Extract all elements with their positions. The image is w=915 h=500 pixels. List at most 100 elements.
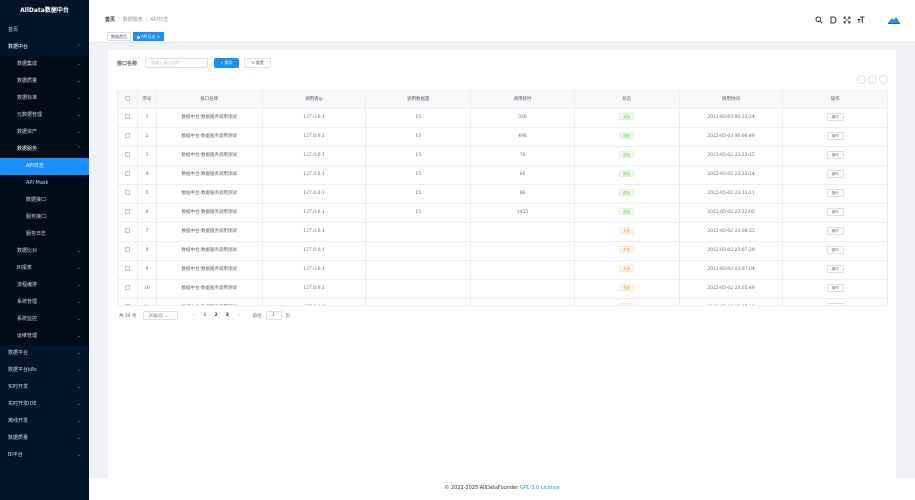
col-header: 调用者ip	[263, 91, 367, 108]
page-size-select[interactable]: 20条/页 ⌄	[142, 311, 178, 320]
row-checkbox[interactable]	[124, 247, 130, 252]
row-checkbox[interactable]	[124, 171, 130, 176]
row-checkbox[interactable]	[124, 133, 130, 138]
fullscreen-icon[interactable]	[843, 16, 851, 24]
table-cell: 数据中台-数据服务调用测试	[157, 280, 263, 298]
sidebar-item-label: 系统管理	[17, 299, 38, 305]
row-action-button[interactable]: 操作	[826, 188, 844, 197]
sidebar-item[interactable]: 系统管理 ⌄	[0, 294, 89, 311]
row-select-cell	[118, 204, 138, 222]
sidebar-item[interactable]: 数据比对 ⌄	[0, 243, 89, 260]
status-badge: 成功	[619, 208, 635, 215]
row-checkbox[interactable]	[124, 190, 130, 195]
table-cell	[366, 223, 472, 241]
row-checkbox[interactable]	[124, 285, 130, 290]
row-action-button[interactable]: 操作	[826, 245, 844, 254]
table-cell: 8	[138, 242, 157, 260]
sidebar-item[interactable]: 数据质量 ⌄	[0, 430, 89, 447]
table-cell: 数据中台-数据服务调用测试	[157, 128, 263, 146]
sidebar-item[interactable]: BI报表 ⌄	[0, 260, 89, 277]
sidebar-item[interactable]: 服务日志	[0, 226, 89, 243]
document-icon[interactable]	[829, 16, 837, 24]
search-input[interactable]: 请输入接口名称	[145, 58, 209, 68]
table-cell: 2022-05-03 00:06:49	[680, 128, 784, 146]
table-row: 10 数据中台-数据服务调用测试 127.0.0.1 失败 2022-05-02 23:…	[118, 279, 887, 298]
avatar[interactable]	[887, 15, 901, 25]
sidebar-item[interactable]: 系统监控 ⌄	[0, 311, 89, 328]
tag-api-log[interactable]: API日志 ×	[133, 32, 164, 41]
row-action-button[interactable]: 操作	[826, 226, 844, 235]
row-checkbox[interactable]	[124, 266, 130, 271]
table-cell: 2022-05-02 23:32:05	[680, 204, 784, 222]
sidebar-item[interactable]: API日志	[0, 158, 89, 175]
sidebar-item[interactable]: API Mask	[0, 175, 89, 192]
sidebar-item[interactable]: 数据平台k8s ⌄	[0, 362, 89, 379]
op-cell: 操作	[783, 204, 887, 222]
chevron-icon: ⌄	[76, 435, 81, 441]
sidebar-item[interactable]: 服务接口	[0, 209, 89, 226]
breadcrumb: 首页 / 数据服务 / API日志	[105, 16, 168, 23]
toggle-search-icon[interactable]	[857, 75, 866, 84]
chevron-icon: ⌄	[76, 248, 81, 254]
columns-icon[interactable]	[879, 75, 888, 84]
select-all-checkbox[interactable]	[124, 96, 130, 101]
prev-page-button[interactable]: ‹	[193, 313, 195, 318]
pagination-total: 共 34 条	[119, 313, 137, 319]
sidebar-item[interactable]: 数据资产 ⌄	[0, 124, 89, 141]
chevron-icon: ⌄	[76, 265, 81, 271]
refresh-icon[interactable]	[868, 75, 877, 84]
page-number[interactable]: 3	[226, 313, 229, 318]
sidebar-item[interactable]: 数据中台 ⌃	[0, 39, 89, 56]
table-cell: 127.0.0.1	[263, 166, 367, 184]
search-icon[interactable]	[815, 16, 823, 24]
row-action-button[interactable]: 操作	[826, 150, 844, 159]
sidebar-item[interactable]: 离线开发 ⌄	[0, 413, 89, 430]
table-cell: 数据中台-数据服务调用测试	[157, 299, 263, 305]
row-checkbox[interactable]	[124, 114, 130, 119]
row-action-button[interactable]: 操作	[826, 302, 844, 305]
sidebar-item[interactable]: 数据质量 ⌄	[0, 73, 89, 90]
table-cell: 2022-05-02 23:05:49	[680, 299, 784, 305]
row-action-button[interactable]: 操作	[826, 131, 844, 140]
row-action-button[interactable]: 操作	[826, 112, 844, 121]
reset-button[interactable]: ↻ 重置	[244, 58, 271, 68]
goto-page-input[interactable]: 1	[265, 311, 282, 320]
table-cell: 15	[366, 204, 472, 222]
sidebar-item-label: 运维管理	[17, 333, 38, 339]
row-checkbox[interactable]	[124, 209, 130, 214]
row-action-button[interactable]: 操作	[826, 207, 844, 216]
license-link[interactable]: GPL-3.0 License	[520, 485, 560, 491]
page-number[interactable]: 2	[215, 313, 218, 318]
tag-home[interactable]: 数据首页	[107, 32, 131, 41]
row-action-button[interactable]: 操作	[826, 169, 844, 178]
table-cell	[366, 261, 472, 279]
next-page-button[interactable]: ›	[238, 313, 240, 318]
row-action-button[interactable]: 操作	[826, 283, 844, 292]
chevron-icon: ⌄	[76, 282, 81, 288]
row-checkbox[interactable]	[124, 228, 130, 233]
status-cell: 失败	[575, 223, 680, 241]
sidebar-item[interactable]: 数据服务 ⌃	[0, 141, 89, 158]
row-checkbox[interactable]	[124, 152, 130, 157]
sidebar-item[interactable]: 元数据管理 ⌄	[0, 107, 89, 124]
font-size-icon[interactable]	[857, 16, 865, 24]
sidebar-item[interactable]: 数据接口	[0, 192, 89, 209]
sidebar-item[interactable]: 实时开发 ⌄	[0, 379, 89, 396]
table-cell	[366, 299, 472, 305]
chevron-icon: ⌃	[76, 44, 81, 50]
close-icon[interactable]: ×	[157, 34, 160, 39]
sidebar-item[interactable]: BI平台 ⌄	[0, 447, 89, 464]
sidebar-item[interactable]: 流程编排 ⌄	[0, 277, 89, 294]
sidebar-item[interactable]: 首页	[0, 22, 89, 39]
sidebar-item[interactable]: 数据集成 ⌄	[0, 56, 89, 73]
breadcrumb-home[interactable]: 首页	[105, 17, 115, 23]
page-number[interactable]: 1	[203, 313, 206, 318]
sidebar-item[interactable]: 数据平台 ⌄	[0, 345, 89, 362]
row-checkbox[interactable]	[124, 304, 130, 305]
search-button[interactable]: ⌕ 搜索	[214, 58, 240, 68]
col-header: 调用数据量	[366, 91, 472, 108]
row-action-button[interactable]: 操作	[826, 264, 844, 273]
sidebar-item[interactable]: 运维管理 ⌄	[0, 328, 89, 345]
sidebar-item[interactable]: 数据标准 ⌄	[0, 90, 89, 107]
sidebar-item[interactable]: 实时开发IDE ⌄	[0, 396, 89, 413]
